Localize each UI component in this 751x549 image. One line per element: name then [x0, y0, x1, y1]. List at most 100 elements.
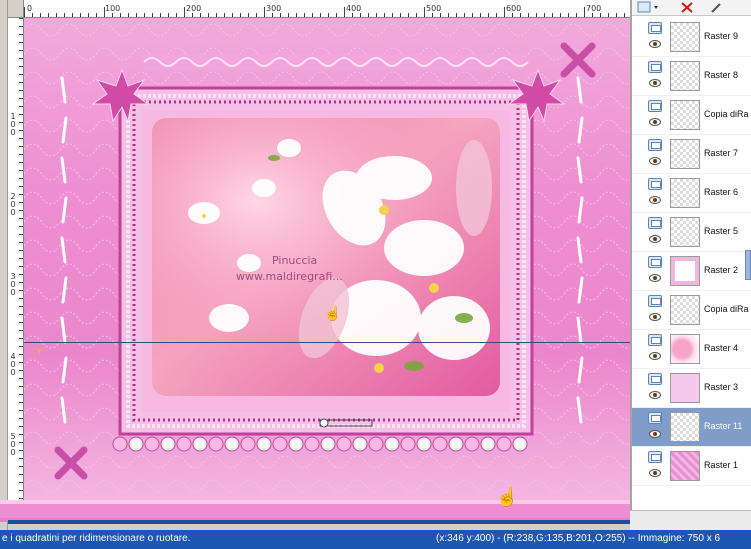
ruler-tick — [19, 306, 23, 307]
artwork: Pinuccia www.maldiregrafi... — [24, 18, 630, 500]
eye-icon[interactable] — [649, 274, 661, 282]
pearl — [496, 436, 512, 452]
watermark-text: www.maldiregrafi... — [236, 270, 343, 283]
layer-row[interactable]: Copia diRa — [632, 96, 751, 135]
panel-scroll-arrow[interactable] — [745, 250, 751, 280]
ruler-tick — [464, 13, 465, 17]
ruler-tick — [376, 13, 377, 17]
pearl — [480, 436, 496, 452]
watermark-text: Pinuccia — [272, 254, 317, 267]
ruler-tick — [496, 13, 497, 17]
layer-name: Raster 11 — [704, 421, 743, 431]
pearl — [240, 436, 256, 452]
ruler-tick — [304, 13, 305, 17]
ruler-tick — [32, 13, 33, 17]
layer-row[interactable]: Raster 9 — [632, 18, 751, 57]
ruler-tick — [296, 13, 297, 17]
ruler-tick — [19, 474, 23, 475]
ruler-tick — [19, 378, 23, 379]
ruler-label: 200 — [186, 4, 202, 13]
eye-icon[interactable] — [649, 352, 661, 360]
ruler-tick — [520, 13, 521, 17]
ruler-tick — [384, 13, 385, 17]
raster-layer-icon — [648, 334, 662, 346]
ruler-tick — [352, 13, 353, 17]
image-canvas[interactable]: Pinuccia www.maldiregrafi... ☝ — [24, 18, 630, 500]
eye-icon[interactable] — [649, 157, 661, 165]
pearl — [176, 436, 192, 452]
layer-row[interactable]: Raster 2 — [632, 252, 751, 291]
guide-line[interactable] — [24, 342, 630, 343]
ruler-tick — [19, 330, 23, 331]
eye-icon[interactable] — [649, 235, 661, 243]
layer-row[interactable]: Raster 11 — [632, 408, 751, 447]
ruler-tick — [616, 13, 617, 17]
ruler-tick — [248, 13, 249, 17]
layer-name: Raster 3 — [704, 382, 739, 392]
ruler-tick — [19, 354, 23, 355]
layer-row[interactable]: Raster 5 — [632, 213, 751, 252]
ruler-tick — [160, 13, 161, 17]
ruler-tick — [40, 13, 41, 17]
layer-row[interactable]: Raster 1 — [632, 447, 751, 486]
ruler-tick — [19, 410, 23, 411]
ruler-tick — [336, 13, 337, 17]
ruler-label: 300 — [266, 4, 282, 13]
ruler-tick — [19, 186, 23, 187]
left-toolbar-strip — [0, 0, 8, 532]
layer-thumbnail — [670, 256, 700, 286]
ruler-tick — [19, 122, 23, 123]
eye-icon[interactable] — [649, 40, 661, 48]
eye-icon[interactable] — [649, 118, 661, 126]
pearl — [336, 436, 352, 452]
layer-row[interactable]: Copia diRa — [632, 291, 751, 330]
ruler-tick — [19, 370, 23, 371]
layer-thumbnail — [670, 334, 700, 364]
horizontal-scrollbar[interactable] — [8, 520, 630, 524]
layers-toolbar — [632, 0, 751, 16]
hand-pointer-icon: ☝ — [324, 305, 342, 321]
ruler-tick — [488, 13, 489, 17]
ruler-tick — [19, 74, 23, 75]
ruler-tick — [424, 7, 425, 17]
layers-palette: Raster 9 Raster 8 Copia diRa Raster 7 Ra… — [630, 0, 751, 510]
layer-row[interactable]: Raster 7 — [632, 135, 751, 174]
eye-icon[interactable] — [649, 313, 661, 321]
ruler-tick — [19, 18, 23, 19]
ruler-tick — [416, 13, 417, 17]
layer-name: Raster 9 — [704, 31, 739, 41]
ruler-tick — [19, 402, 23, 403]
layer-row[interactable]: Raster 4 — [632, 330, 751, 369]
ruler-tick — [456, 13, 457, 17]
layer-row[interactable]: Raster 8 — [632, 57, 751, 96]
ruler-label: 400 — [346, 4, 362, 13]
raster-layer-icon — [648, 61, 662, 73]
panel-bottom-bar — [630, 510, 751, 530]
ruler-tick — [200, 13, 201, 17]
ruler-tick — [24, 7, 25, 17]
horizontal-ruler[interactable]: 0 100 200 300 400 500 600 700 — [24, 0, 630, 18]
layer-name: Raster 2 — [704, 265, 739, 275]
ruler-tick — [624, 13, 625, 17]
layer-row[interactable]: Raster 6 — [632, 174, 751, 213]
eye-icon[interactable] — [649, 79, 661, 87]
eye-icon[interactable] — [649, 196, 661, 204]
ruler-tick — [19, 458, 23, 459]
ruler-tick — [19, 322, 23, 323]
ruler-tick — [152, 13, 153, 17]
ruler-tick — [48, 13, 49, 17]
pearl — [256, 436, 272, 452]
layer-thumbnail — [670, 451, 700, 481]
ruler-tick — [19, 218, 23, 219]
raster-layer-icon — [648, 373, 662, 385]
eye-icon[interactable] — [649, 391, 661, 399]
vertical-ruler[interactable]: 1 0 0 2 0 0 3 0 0 4 0 0 5 0 0 — [8, 18, 24, 506]
ruler-label: 3 0 0 — [10, 272, 16, 297]
ruler-label: 4 0 0 — [10, 352, 16, 377]
eye-icon[interactable] — [649, 469, 661, 477]
eye-icon[interactable] — [649, 430, 661, 438]
ruler-tick — [19, 138, 23, 139]
ruler-tick — [19, 58, 23, 59]
ruler-tick — [19, 346, 23, 347]
layer-row[interactable]: Raster 3 — [632, 369, 751, 408]
